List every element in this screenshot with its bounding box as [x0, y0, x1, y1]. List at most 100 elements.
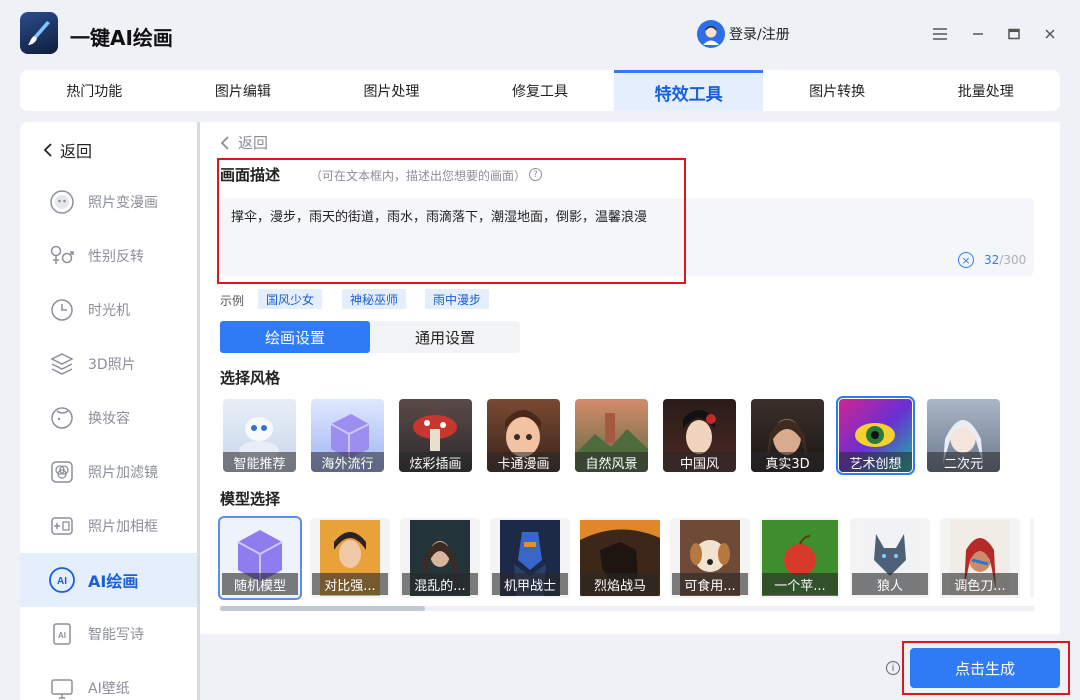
tab-label: 修复工具 — [512, 83, 569, 100]
model-label: 混乱的... — [402, 573, 478, 595]
style-card-nature[interactable]: 自然风景 — [575, 399, 648, 472]
sidebar-item-makeup[interactable]: 换妆容 — [20, 391, 197, 445]
back-button[interactable]: 返回 — [220, 132, 268, 153]
model-card-contrast[interactable]: 对比强... — [310, 518, 390, 598]
model-card-random[interactable]: 随机模型 — [218, 516, 302, 600]
description-text: 撑伞，漫步，雨天的街道，雨水，雨滴落下，潮湿地面，倒影，温馨浪漫 — [231, 210, 648, 225]
wallpaper-icon — [48, 674, 76, 700]
style-card-smart[interactable]: 智能推荐 — [223, 399, 296, 472]
top-nav: 热门功能 图片编辑 图片处理 修复工具 特效工具 图片转换 批量处理 — [20, 70, 1060, 111]
face-icon — [48, 404, 76, 432]
sidebar-item-label: 照片加相框 — [88, 519, 158, 535]
login-button[interactable]: 登录/注册 — [697, 20, 790, 48]
sidebar-back-button[interactable]: 返回 — [42, 138, 92, 162]
model-card-mecha[interactable]: 机甲战士 — [490, 518, 570, 598]
sidebar-item-label: 照片加滤镜 — [88, 465, 158, 481]
tab-image-process[interactable]: 图片处理 — [317, 70, 466, 111]
style-label: 海外流行 — [311, 452, 384, 472]
model-card-chaos[interactable]: 混乱的... — [400, 518, 480, 598]
sidebar-item-label: 3D照片 — [88, 357, 136, 373]
style-label: 智能推荐 — [223, 452, 296, 472]
gender-icon — [48, 242, 76, 270]
sidebar-back-label: 返回 — [60, 142, 93, 161]
help-icon[interactable]: ? — [529, 168, 542, 181]
style-label: 卡通漫画 — [487, 452, 560, 472]
info-icon[interactable]: i — [886, 661, 900, 675]
style-card-overseas[interactable]: 海外流行 — [311, 399, 384, 472]
style-card-anime[interactable]: 二次元 — [927, 399, 1000, 472]
sidebar-item-3d-photo[interactable]: 3D照片 — [20, 337, 197, 391]
sidebar-item-filter[interactable]: 照片加滤镜 — [20, 445, 197, 499]
tab-general-settings[interactable]: 通用设置 — [370, 321, 520, 353]
sidebar-item-label: AI绘画 — [88, 572, 139, 591]
menu-icon[interactable] — [928, 22, 952, 46]
mask-icon — [48, 188, 76, 216]
model-card-werewolf[interactable]: 狼人 — [850, 518, 930, 598]
sidebar-item-photo-to-comic[interactable]: 照片变漫画 — [20, 175, 197, 229]
model-label: 烈焰战马 — [582, 573, 658, 595]
model-scroll-thumb[interactable] — [220, 606, 425, 611]
example-chip[interactable]: 国风少女 — [258, 289, 323, 309]
style-card-colorful[interactable]: 炫彩插画 — [399, 399, 472, 472]
tab-effects-tools[interactable]: 特效工具 — [614, 70, 763, 111]
model-card-palette-knife[interactable]: 调色刀... — [940, 518, 1020, 598]
model-label: 对比强... — [312, 573, 388, 595]
model-card-edible[interactable]: 可食用... — [670, 518, 750, 598]
style-label: 真实3D — [751, 452, 824, 472]
model-card-partial — [1030, 518, 1034, 598]
sidebar-item-label: 换妆容 — [88, 411, 130, 427]
tab-hot-features[interactable]: 热门功能 — [20, 70, 169, 111]
back-label: 返回 — [238, 134, 269, 152]
model-label: 随机模型 — [222, 573, 298, 595]
tab-label: 图片转换 — [809, 83, 866, 100]
generate-button[interactable]: 点击生成 — [910, 648, 1060, 688]
tab-label: 图片编辑 — [214, 83, 271, 100]
clear-text-icon[interactable]: × — [958, 252, 974, 268]
minimize-icon[interactable] — [966, 22, 990, 46]
example-chip[interactable]: 神秘巫师 — [342, 289, 407, 309]
sidebar-item-time-machine[interactable]: 时光机 — [20, 283, 197, 337]
style-card-art[interactable]: 艺术创想 — [836, 396, 915, 475]
sidebar-item-gender-swap[interactable]: 性别反转 — [20, 229, 197, 283]
sidebar-item-frame[interactable]: 照片加相框 — [20, 499, 197, 553]
description-label: 画面描述 — [220, 166, 281, 184]
model-section-title: 模型选择 — [220, 490, 281, 508]
app-title: 一键AI绘画 — [70, 26, 173, 50]
char-counter: 32/300 — [984, 253, 1026, 267]
tab-image-convert[interactable]: 图片转换 — [763, 70, 912, 111]
sidebar-item-ai-wallpaper[interactable]: AI壁纸 — [20, 661, 197, 700]
model-card-apple[interactable]: 一个苹... — [760, 518, 840, 598]
style-card-real3d[interactable]: 真实3D — [751, 399, 824, 472]
sidebar-item-ai-poem[interactable]: AI 智能写诗 — [20, 607, 197, 661]
sidebar-item-label: 照片变漫画 — [88, 195, 158, 211]
sidebar: 返回 照片变漫画 性别反转 时光机 3D照片 换妆容 照片加滤镜 照片加相框 A… — [20, 122, 197, 700]
maximize-icon[interactable] — [1002, 22, 1026, 46]
style-card-chinese[interactable]: 中国风 — [663, 399, 736, 472]
tab-image-edit[interactable]: 图片编辑 — [169, 70, 318, 111]
style-label: 二次元 — [927, 452, 1000, 472]
close-icon[interactable] — [1038, 22, 1062, 46]
ai-paint-icon: AI — [48, 566, 76, 594]
tab-painting-settings[interactable]: 绘画设置 — [220, 321, 370, 353]
frame-icon — [48, 512, 76, 540]
model-label: 狼人 — [852, 573, 928, 595]
layers-icon — [48, 350, 76, 378]
style-section-title: 选择风格 — [220, 369, 281, 387]
brush-logo-icon — [20, 12, 58, 54]
tab-batch-process[interactable]: 批量处理 — [911, 70, 1060, 111]
style-label: 炫彩插画 — [399, 452, 472, 472]
clock-icon — [48, 296, 76, 324]
description-textarea[interactable]: 撑伞，漫步，雨天的街道，雨水，雨滴落下，潮湿地面，倒影，温馨浪漫 × 32/30… — [220, 198, 1034, 276]
tab-repair-tools[interactable]: 修复工具 — [466, 70, 615, 111]
tab-label: 热门功能 — [66, 83, 123, 100]
svg-text:AI: AI — [58, 631, 66, 640]
sidebar-item-label: 智能写诗 — [88, 627, 144, 643]
model-card-horse[interactable]: 烈焰战马 — [580, 518, 660, 598]
examples-label: 示例 — [220, 294, 245, 308]
style-card-cartoon[interactable]: 卡通漫画 — [487, 399, 560, 472]
sidebar-item-ai-painting[interactable]: AI AI绘画 — [20, 553, 197, 607]
char-max: /300 — [999, 253, 1027, 267]
model-label: 机甲战士 — [492, 573, 568, 595]
tab-label: 图片处理 — [363, 83, 420, 100]
example-chip[interactable]: 雨中漫步 — [425, 289, 490, 309]
